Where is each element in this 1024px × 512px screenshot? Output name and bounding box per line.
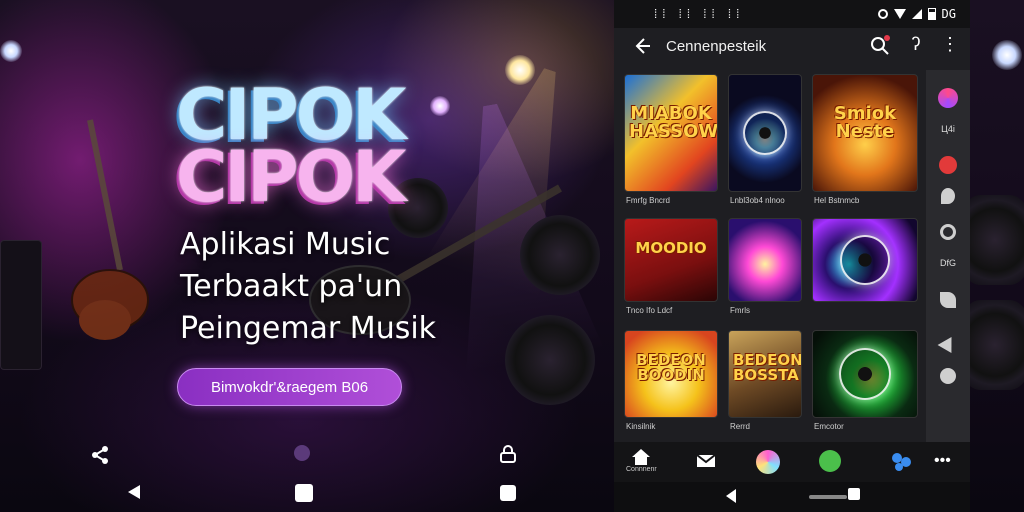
side-rail: Ц4і DfG: [926, 70, 970, 442]
album-caption: Hel Bstnmcb: [814, 196, 860, 205]
album-card[interactable]: [812, 218, 918, 318]
battery-icon: [927, 8, 936, 20]
app-title: Cennenpesteik: [666, 38, 767, 55]
album-caption: Tnco Ifo Ldcf: [626, 306, 673, 315]
status-notifications: ⁞⁞ ⁞⁞ ⁞⁞ ⁞⁞: [652, 7, 743, 21]
album-caption: Rerrd: [730, 422, 751, 431]
album-cover: [728, 74, 802, 192]
side-rail-item[interactable]: [926, 88, 970, 108]
color-wheel-icon: [938, 88, 958, 108]
color-disc-icon: [756, 450, 780, 474]
recents-square-icon[interactable]: [848, 488, 860, 500]
album-cover: MIABOK HASSOW: [624, 74, 718, 192]
status-bar: ⁞⁞ ⁞⁞ ⁞⁞ ⁞⁞ DG: [614, 0, 970, 28]
bottom-navigation: Connnenr •••: [614, 442, 970, 482]
home-icon: [632, 449, 651, 465]
vinyl-disc-graphic: [838, 347, 892, 401]
back-triangle-icon[interactable]: [724, 488, 738, 504]
album-cover-title: BEDEON BOODIN: [636, 351, 706, 384]
side-rail-item[interactable]: [926, 156, 970, 174]
nav-social[interactable]: [890, 452, 912, 472]
album-cover: [812, 330, 918, 418]
vinyl-disc-graphic: [742, 110, 788, 156]
tagline-line-3: Peingemar Musik: [180, 311, 437, 346]
mail-icon: [696, 454, 716, 467]
minus-circle-icon: [940, 368, 956, 384]
vinyl-disc-graphic: [839, 234, 891, 286]
album-card[interactable]: BEDEON BOODIN Kinsilnik: [624, 330, 718, 434]
share-icon[interactable]: [90, 445, 110, 465]
cta-label: Bimvokdr'&raegem B06: [210, 378, 369, 396]
alarm-icon: [877, 9, 888, 19]
side-rail-item[interactable]: [926, 332, 970, 354]
nav-radio[interactable]: [819, 450, 841, 472]
arrow-icon: [937, 332, 959, 354]
side-rail-item[interactable]: Ц4і: [926, 122, 970, 134]
home-pill[interactable]: [809, 495, 847, 499]
nav-home[interactable]: Connnenr: [626, 448, 657, 473]
side-rail-item[interactable]: DfG: [926, 256, 970, 268]
red-badge-icon: [939, 156, 957, 174]
leaf-icon: [940, 292, 956, 308]
album-cover: [812, 218, 918, 302]
back-arrow-icon[interactable]: [630, 34, 654, 58]
album-card[interactable]: BEDEON BOSSTA Rerrd: [728, 330, 802, 434]
album-cover: [728, 218, 802, 302]
lock-icon[interactable]: [498, 444, 518, 464]
wifi-icon: [893, 9, 906, 19]
phone-screen: ⁞⁞ ⁞⁞ ⁞⁞ ⁞⁞ DG Cennenpesteik ʔ ⋮ MIABOK …: [614, 0, 970, 512]
album-cover: MOODIO: [624, 218, 718, 302]
back-triangle-icon[interactable]: [126, 484, 142, 500]
download-cta-button[interactable]: Bimvokdr'&raegem B06: [177, 368, 402, 406]
album-caption: Kinsilnik: [626, 422, 656, 431]
side-rail-item[interactable]: [926, 224, 970, 240]
album-caption: Fmrls: [730, 306, 750, 315]
status-time: DG: [941, 7, 956, 21]
nav-mail[interactable]: [696, 454, 716, 468]
album-cover-title: BEDEON BOSSTA: [733, 351, 802, 384]
signal-icon: [911, 9, 922, 19]
side-rail-item[interactable]: [926, 188, 970, 204]
overflow-menu-icon[interactable]: ⋮: [940, 34, 960, 58]
recents-square-icon[interactable]: [500, 485, 516, 501]
nav-discover[interactable]: [756, 450, 780, 474]
green-radio-icon: [819, 450, 841, 472]
album-card[interactable]: Lnbl3ob4 nlnoo: [728, 74, 802, 208]
system-nav-bar: [614, 482, 970, 512]
album-card[interactable]: Smiok Neste Hel Bstnmcb: [812, 74, 918, 208]
album-card[interactable]: MOODIO Tnco Ifo Ldcf: [624, 218, 718, 318]
help-icon[interactable]: ʔ: [904, 34, 928, 58]
side-rail-label: DfG: [939, 258, 956, 268]
album-caption: Fmrfg Bncrd: [626, 196, 671, 205]
album-card[interactable]: Fmrls: [728, 218, 802, 318]
disc-icon: [940, 224, 956, 240]
feather-icon: [941, 188, 955, 204]
home-square-icon[interactable]: [295, 484, 313, 502]
side-rail-item[interactable]: [926, 368, 970, 384]
tagline-line-2: Terbaakt pa'un: [180, 269, 403, 304]
album-cover-title: MIABOK HASSOW: [629, 103, 718, 142]
app-bar: Cennenpesteik ʔ ⋮: [614, 28, 970, 66]
album-cover: BEDEON BOODIN: [624, 330, 718, 418]
album-caption: Lnbl3ob4 nlnoo: [730, 196, 785, 205]
more-dots-icon: •••: [934, 452, 951, 469]
album-cover-title: Smiok Neste: [833, 103, 897, 142]
album-card[interactable]: Emcotor: [812, 330, 918, 434]
album-cover: Smiok Neste: [812, 74, 918, 192]
album-card[interactable]: MIABOK HASSOW Fmrfg Bncrd: [624, 74, 718, 208]
people-icon: [892, 453, 911, 471]
side-rail-label: Ц4і: [941, 124, 955, 134]
side-rail-item[interactable]: [926, 292, 970, 308]
app-logo-line-2: CIPOK: [176, 136, 406, 218]
page-indicator-dot: [294, 445, 310, 461]
notification-dot: [884, 35, 890, 41]
album-cover: BEDEON BOSSTA: [728, 330, 802, 418]
album-cover-title: MOODIO: [635, 239, 707, 257]
album-caption: Emcotor: [814, 422, 844, 431]
status-indicators: DG: [877, 7, 956, 21]
tagline-line-1: Aplikasi Music: [180, 227, 391, 262]
nav-home-label: Connnenr: [626, 466, 657, 473]
nav-more[interactable]: •••: [934, 452, 951, 470]
